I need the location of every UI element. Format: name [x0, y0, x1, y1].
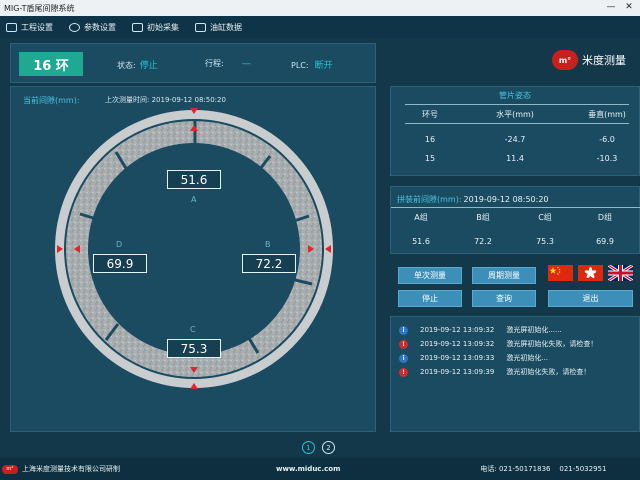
- assembly-value-a: 51.6: [412, 237, 430, 246]
- menu-bar: 工程设置 参数设置 初始采集 油缸数据: [0, 16, 640, 38]
- china-flag-icon[interactable]: [548, 265, 573, 281]
- pose-cell: 16: [424, 135, 436, 144]
- gap-c-value: 75.3: [167, 339, 221, 358]
- divider: [405, 123, 629, 124]
- menu-label: 工程设置: [21, 22, 53, 32]
- log-message: 激光屏初始化失败，请检查！: [506, 340, 598, 348]
- gap-d-value: 69.9: [93, 254, 147, 273]
- footer-logo-mark: m°: [2, 464, 18, 474]
- travel-field: 行程: —: [205, 58, 251, 69]
- footer-website[interactable]: www.miduc.com: [276, 465, 340, 473]
- state-label: 状态:: [117, 61, 136, 70]
- divider: [391, 207, 640, 208]
- menu-label: 参数设置: [84, 22, 116, 32]
- monitor-icon: [132, 22, 143, 32]
- error-icon: !: [399, 339, 408, 349]
- gap-a-value: 51.6: [167, 170, 221, 189]
- gear-icon: [69, 22, 80, 32]
- page-2-button[interactable]: 2: [322, 441, 335, 454]
- menu-project-settings[interactable]: 工程设置: [6, 22, 53, 33]
- pose-header-ring: 环号: [422, 110, 438, 119]
- minimize-icon[interactable]: —: [606, 2, 616, 13]
- segment-pose-panel: 管片姿态 环号 水平(mm) 垂直(mm) 16 -24.7 -6.0 15 1…: [390, 86, 640, 176]
- log-entry: ! 2019-09-12 13:09:39 激光初始化失败，请检查！: [399, 367, 590, 377]
- pose-header-vertical: 垂直(mm): [588, 110, 626, 119]
- periodic-measure-button[interactable]: 周期测量: [472, 267, 536, 284]
- status-bar: 16 环 状态: 停止 行程: — PLC: 断开: [10, 43, 376, 83]
- travel-label: 行程:: [205, 59, 224, 68]
- log-message: 激光初始化失败，请检查！: [506, 368, 591, 376]
- log-entry: ! 2019-09-12 13:09:32 激光屏初始化失败，请检查！: [399, 339, 597, 349]
- log-time: 2019-09-12 13:09:33: [420, 354, 495, 362]
- exit-button[interactable]: 退出: [548, 290, 633, 307]
- logo-mark: m°: [552, 50, 578, 70]
- cylinder-icon: [195, 22, 206, 32]
- gap-panel: 当前间隙(mm): 上次测量时间: 2019-09-12 08:50:20 51…: [10, 86, 376, 432]
- log-entry: i 2019-09-12 13:09:33 激光初始化...: [399, 353, 548, 363]
- window-titlebar: MIG-T盾尾间隙系统 — ✕: [0, 0, 640, 16]
- menu-label: 初始采集: [147, 22, 179, 32]
- menu-parameter-settings[interactable]: 参数设置: [69, 22, 116, 33]
- stop-button[interactable]: 停止: [398, 290, 462, 307]
- assembly-value-b: 72.2: [474, 237, 492, 246]
- gap-b-value: 72.2: [242, 254, 296, 273]
- pose-cell: 11.4: [506, 154, 524, 163]
- assembly-value-c: 75.3: [536, 237, 554, 246]
- assembly-time: 2019-09-12 08:50:20: [463, 195, 549, 204]
- gap-d-label: D: [116, 240, 123, 249]
- assembly-header-a: A组: [414, 213, 428, 222]
- brand-logo: m° 米度测量: [552, 50, 626, 70]
- menu-cylinder-data[interactable]: 油缸数据: [195, 22, 242, 33]
- info-icon: i: [399, 353, 408, 363]
- logo-name: 米度测量: [582, 54, 626, 67]
- pose-cell: -6.0: [599, 135, 615, 144]
- pose-cell: 15: [424, 154, 436, 163]
- assembly-header-c: C组: [538, 213, 552, 222]
- pose-cell: -10.3: [596, 154, 618, 163]
- log-time: 2019-09-12 13:09:39: [420, 368, 495, 376]
- project-settings-icon: [6, 22, 17, 32]
- pose-cell: -24.7: [504, 135, 526, 144]
- window-title: MIG-T盾尾间隙系统: [4, 3, 75, 13]
- assembly-title-label: 拼装前间隙(mm):: [397, 195, 462, 204]
- state-field: 状态: 停止: [117, 58, 158, 71]
- footer-bar: m° 上海米度测量技术有限公司研制 www.miduc.com 电话: 021-…: [0, 458, 640, 480]
- footer-phone: 电话: 021-50171836 021-5032951: [480, 465, 607, 473]
- plc-value: 断开: [314, 61, 333, 71]
- close-icon[interactable]: ✕: [624, 2, 634, 13]
- tunnel-ring-diagram: [55, 108, 333, 389]
- log-time: 2019-09-12 13:09:32: [420, 326, 495, 334]
- log-message: 激光初始化...: [506, 354, 549, 362]
- footer-company: 上海米度测量技术有限公司研制: [22, 465, 120, 473]
- state-value: 停止: [139, 61, 158, 71]
- log-time: 2019-09-12 13:09:32: [420, 340, 495, 348]
- single-measure-button[interactable]: 单次测量: [398, 267, 462, 284]
- log-message: 激光屏初始化......: [506, 326, 562, 334]
- query-button[interactable]: 查询: [472, 290, 536, 307]
- pose-title: 管片姿态: [499, 91, 531, 100]
- page-1-button[interactable]: 1: [302, 441, 315, 454]
- gap-c-label: C: [190, 325, 196, 334]
- assembly-value-d: 69.9: [596, 237, 614, 246]
- menu-initial-collect[interactable]: 初始采集: [132, 22, 179, 33]
- gap-a-label: A: [191, 195, 197, 204]
- message-log-panel: i 2019-09-12 13:09:32 激光屏初始化...... ! 201…: [390, 316, 640, 432]
- assembly-header-b: B组: [476, 213, 490, 222]
- assembly-header-d: D组: [597, 213, 613, 222]
- error-icon: !: [399, 367, 408, 377]
- travel-value: —: [241, 59, 251, 69]
- hongkong-flag-icon[interactable]: [578, 265, 603, 281]
- log-entry: i 2019-09-12 13:09:32 激光屏初始化......: [399, 325, 562, 335]
- plc-field: PLC: 断开: [291, 58, 333, 71]
- pose-header-horizontal: 水平(mm): [496, 110, 534, 119]
- pre-assembly-gap-panel: 拼装前间隙(mm): 2019-09-12 08:50:20 A组 B组 C组 D…: [390, 186, 640, 254]
- plc-label: PLC:: [291, 61, 309, 70]
- ring-number-badge: 16 环: [19, 52, 83, 76]
- menu-label: 油缸数据: [210, 22, 242, 32]
- info-icon: i: [399, 325, 408, 335]
- assembly-title: 拼装前间隙(mm): 2019-09-12 08:50:20: [397, 194, 549, 205]
- uk-flag-icon[interactable]: [608, 265, 633, 281]
- gap-b-label: B: [265, 240, 271, 249]
- divider: [405, 104, 629, 105]
